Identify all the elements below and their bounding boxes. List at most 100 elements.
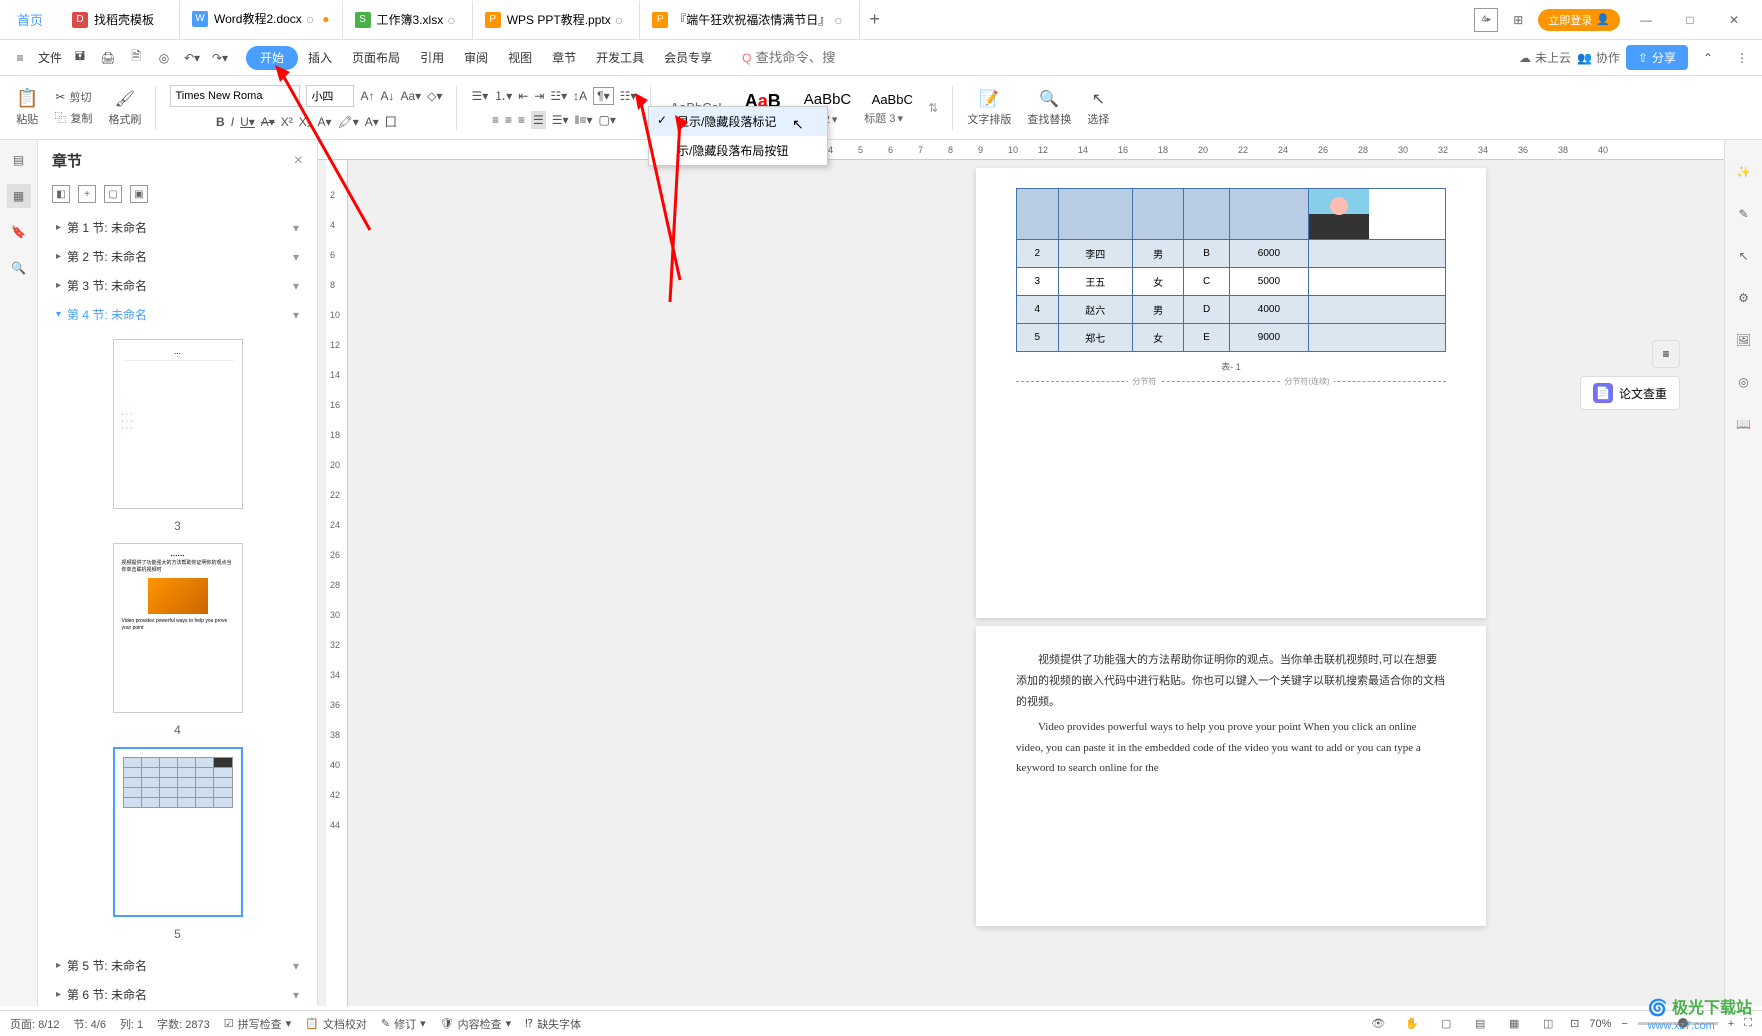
tab-close-icon[interactable]: ○ [611, 12, 627, 28]
spell-check-button[interactable]: ☑拼写检查▾ [224, 1016, 291, 1032]
page-thumb-3[interactable]: ⋯· · ·· · ·· · · [113, 339, 243, 509]
grid-layout-icon[interactable]: 4▸ [1474, 8, 1498, 32]
outline-view-icon[interactable]: ▦ [7, 184, 31, 208]
collapse-panel-icon[interactable]: ≡ [1652, 340, 1680, 368]
undo-icon[interactable]: ↶▾ [180, 46, 204, 70]
print-icon[interactable]: 🖨 [96, 46, 120, 70]
page-indicator[interactable]: 页面: 8/12 [10, 1016, 60, 1032]
chevron-down-icon[interactable]: ▾ [293, 988, 299, 1002]
image-icon[interactable]: 🖼 [1732, 328, 1756, 352]
nav-tool-2[interactable]: + [78, 185, 96, 203]
edit-icon[interactable]: ✎ [1732, 202, 1756, 226]
bold-icon[interactable]: B [216, 115, 225, 129]
data-table[interactable]: 2李四男B6000 3王五女C5000 4赵六男D4000 5郑七女E9000 [1016, 188, 1446, 352]
horizontal-ruler[interactable]: 1234567891012141618202224262830323436384… [318, 140, 1724, 160]
text-layout-button[interactable]: 📝文字排版 [967, 89, 1011, 127]
menu-tab-vip[interactable]: 会员专享 [654, 40, 722, 76]
style-h3[interactable]: AaBbC 标题 3▾ [864, 89, 920, 126]
page-6[interactable]: 视频提供了功能强大的方法帮助你证明你的观点。当你单击联机视频时,可以在想要添加的… [976, 626, 1486, 926]
chevron-down-icon[interactable]: ▾ [293, 959, 299, 973]
zoom-fit-icon[interactable]: ⊡ [1570, 1017, 1579, 1030]
share-button[interactable]: ⇧分享 [1626, 45, 1688, 70]
menu-tab-ref[interactable]: 引用 [410, 40, 454, 76]
reader-icon[interactable]: 📖 [1732, 412, 1756, 436]
maximize-button[interactable]: □ [1672, 5, 1708, 35]
preview-icon[interactable]: ◎ [152, 46, 176, 70]
paste-button[interactable]: 📋粘贴 [16, 88, 38, 127]
cut-button[interactable]: ✂剪切 [55, 89, 91, 105]
page-thumb-4[interactable]: ⋯⋯视频提供了功能强大的方法帮助你证明你的观点当你单击联机视频时Video pr… [113, 543, 243, 713]
save-icon[interactable]: 🖬 [68, 46, 92, 70]
hand-icon[interactable]: ✋ [1400, 1012, 1424, 1036]
clear-format-icon[interactable]: ◇▾ [427, 89, 442, 103]
justify-icon[interactable]: ☰ [531, 111, 546, 129]
nav-tool-1[interactable]: ◧ [52, 185, 70, 203]
menu-tab-view[interactable]: 视图 [498, 40, 542, 76]
eye-icon[interactable]: 👁 [1366, 1012, 1390, 1036]
print-preview-icon[interactable]: 🗎 [124, 46, 148, 70]
zoom-out-icon[interactable]: − [1621, 1018, 1627, 1030]
show-marks-icon[interactable]: ¶▾ [593, 87, 613, 105]
align-left-icon[interactable]: ≡ [492, 113, 499, 127]
login-button[interactable]: 立即登录👤 [1538, 9, 1620, 31]
line-spacing-icon[interactable]: ‖≡▾ [575, 113, 593, 127]
align-right-icon[interactable]: ≡ [518, 113, 525, 127]
nav-section-6[interactable]: ▸第 6 节: 未命名▾ [46, 980, 309, 1006]
close-button[interactable]: ✕ [1716, 5, 1752, 35]
view-reader-icon[interactable]: ◫ [1536, 1012, 1560, 1036]
view-page-icon[interactable]: ▢ [1434, 1012, 1458, 1036]
home-tab[interactable]: 首页 [0, 0, 60, 40]
document-area[interactable]: 1234567891012141618202224262830323436384… [318, 140, 1724, 1006]
menu-tab-chapter[interactable]: 章节 [542, 40, 586, 76]
nav-section-5[interactable]: ▸第 5 节: 未命名▾ [46, 951, 309, 980]
search-icon[interactable]: Q [742, 51, 751, 65]
chevron-down-icon[interactable]: ▾ [293, 250, 299, 264]
doc-tab-word[interactable]: W Word教程2.docx ○ ● [180, 1, 343, 39]
thumbnail-view-icon[interactable]: ▤ [7, 148, 31, 172]
chevron-down-icon[interactable]: ▾ [293, 279, 299, 293]
copy-button[interactable]: ⿻复制 [54, 109, 92, 126]
page-5[interactable]: 2李四男B6000 3王五女C5000 4赵六男D4000 5郑七女E9000 … [976, 168, 1486, 618]
revise-button[interactable]: ✎修订▾ [381, 1016, 426, 1032]
page-thumb-5[interactable] [113, 747, 243, 917]
location-icon[interactable]: ◎ [1732, 370, 1756, 394]
paragraph[interactable]: 视频提供了功能强大的方法帮助你证明你的观点。当你单击联机视频时,可以在想要添加的… [1016, 650, 1446, 713]
tab-close-icon[interactable]: ○ [830, 12, 846, 28]
tab-close-icon[interactable]: ○ [302, 11, 318, 27]
increase-indent-icon[interactable]: ⇥ [534, 89, 544, 103]
nav-section-4[interactable]: ▾第 4 节: 未命名▾ [46, 300, 309, 329]
text-direction-icon[interactable]: ↕A [573, 89, 587, 103]
doc-tab-excel[interactable]: S 工作簿3.xlsx ○ [343, 1, 473, 39]
numbered-list-icon[interactable]: ⒈▾ [494, 87, 512, 104]
sort-icon[interactable]: ☳▾ [550, 89, 567, 103]
shading-icon[interactable]: ▢▾ [599, 113, 616, 127]
italic-icon[interactable]: I [231, 115, 234, 129]
doc-tab-ppt2[interactable]: P 『端午狂欢祝福浓情满节日』 ○ [640, 1, 859, 39]
bookmark-icon[interactable]: 🔖 [7, 220, 31, 244]
cloud-button[interactable]: ☁未上云 [1519, 49, 1571, 66]
doc-proof-button[interactable]: 📋文档校对 [305, 1016, 367, 1032]
new-tab-button[interactable]: + [860, 5, 890, 35]
format-painter-button[interactable]: 🖌格式刷 [108, 89, 141, 127]
collab-button[interactable]: 👥协作 [1577, 49, 1620, 66]
file-menu[interactable]: 文件 [38, 49, 62, 66]
chevron-down-icon[interactable]: ▾ [293, 308, 299, 322]
missing-font-button[interactable]: ⁉缺失字体 [525, 1016, 581, 1032]
paper-check-button[interactable]: 📄 论文查重 [1580, 376, 1680, 410]
zoom-level[interactable]: 70% [1589, 1018, 1611, 1030]
change-case-icon[interactable]: Aa▾ [400, 89, 421, 103]
doc-tab-template[interactable]: D 找稻壳模板 [60, 1, 180, 39]
collapse-ribbon-icon[interactable]: ⌃ [1696, 46, 1720, 70]
nav-section-3[interactable]: ▸第 3 节: 未命名▾ [46, 271, 309, 300]
word-count[interactable]: 字数: 2873 [157, 1016, 210, 1032]
column-indicator[interactable]: 列: 1 [120, 1016, 143, 1032]
nav-tool-3[interactable]: ▢ [104, 185, 122, 203]
apps-icon[interactable]: ⊞ [1506, 8, 1530, 32]
styles-more-icon[interactable]: ⇅ [928, 101, 938, 115]
more-icon[interactable]: ⋮ [1730, 46, 1754, 70]
menu-tab-dev[interactable]: 开发工具 [586, 40, 654, 76]
nav-section-2[interactable]: ▸第 2 节: 未命名▾ [46, 242, 309, 271]
align-center-icon[interactable]: ≡ [505, 113, 512, 127]
tab-close-icon[interactable]: ○ [443, 12, 459, 28]
select-icon[interactable]: ↖ [1732, 244, 1756, 268]
